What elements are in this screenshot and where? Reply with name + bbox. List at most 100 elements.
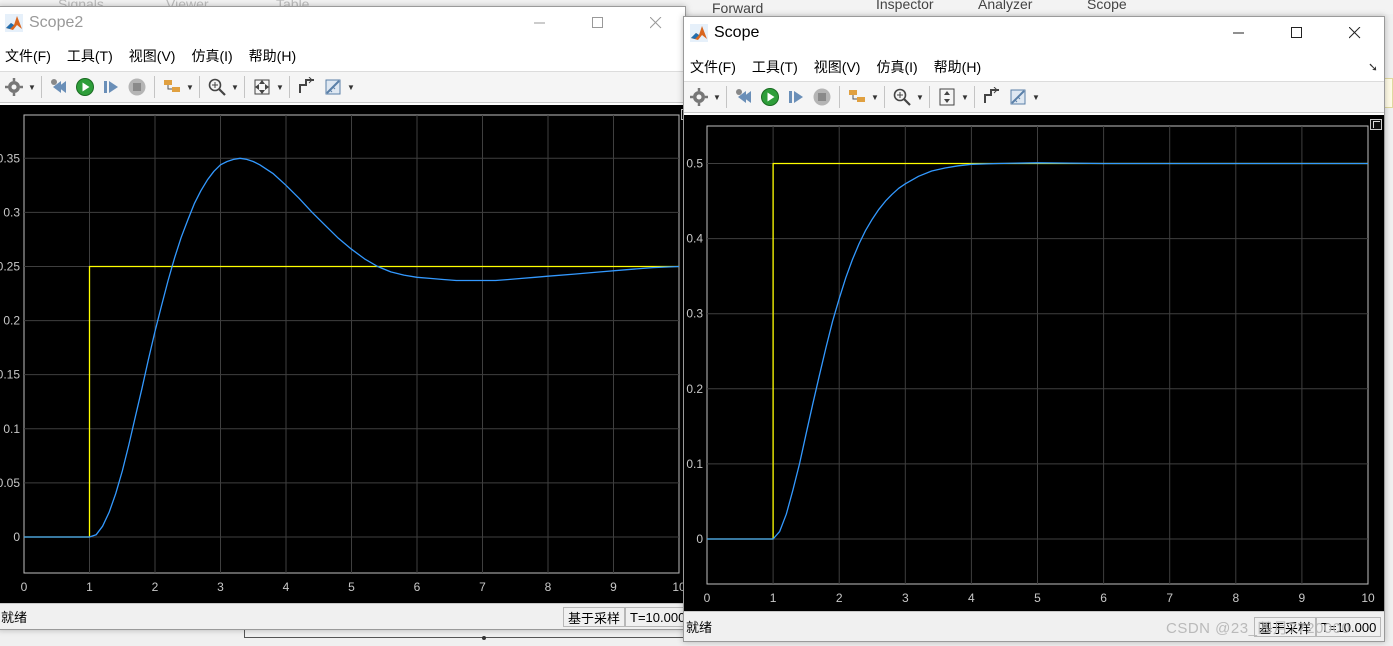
fit-to-view-button[interactable]: [249, 74, 275, 100]
highlight-dropdown[interactable]: ▼: [870, 84, 880, 110]
matlab-logo-icon: [5, 14, 23, 32]
x-tick-label: 6: [1100, 591, 1107, 605]
step-forward-button[interactable]: [783, 84, 809, 110]
stop-button[interactable]: [124, 74, 150, 100]
menu-simulation[interactable]: 仿真(I): [183, 46, 240, 66]
y-tick-label: 0.2: [3, 314, 20, 328]
gear-dropdown[interactable]: ▼: [712, 84, 722, 110]
zoom-dropdown[interactable]: ▼: [230, 74, 240, 100]
bg-tab-inspector[interactable]: Inspector: [876, 0, 934, 12]
minimize-button[interactable]: [1210, 17, 1268, 49]
run-icon: [76, 78, 94, 96]
menu-view[interactable]: 视图(V): [121, 46, 184, 66]
maximize-button[interactable]: [569, 7, 627, 39]
close-button[interactable]: [1326, 17, 1384, 49]
bg-tab-scope[interactable]: Scope: [1087, 0, 1127, 12]
x-tick-label: 7: [1166, 591, 1173, 605]
run-button[interactable]: [757, 84, 783, 110]
step-forward-button[interactable]: [98, 74, 124, 100]
toolbar-separator: [839, 86, 840, 108]
measure-dropdown[interactable]: ▼: [1031, 84, 1041, 110]
measure-ruler-button[interactable]: [320, 74, 346, 100]
close-icon: [650, 17, 662, 29]
run-button[interactable]: [72, 74, 98, 100]
menu-simulation[interactable]: 仿真(I): [868, 57, 925, 77]
zoom-dropdown[interactable]: ▼: [915, 84, 925, 110]
status-ready: 就绪: [686, 620, 713, 635]
stop-icon: [128, 78, 146, 96]
menu-file[interactable]: 文件(F): [0, 46, 59, 66]
maximize-button[interactable]: [1268, 17, 1326, 49]
bg-tab-analyzer[interactable]: Analyzer: [978, 0, 1032, 12]
undock-axes-icon[interactable]: [1370, 119, 1382, 130]
minimize-button[interactable]: [511, 7, 569, 39]
gear-dropdown[interactable]: ▼: [27, 74, 37, 100]
toolbar-separator: [41, 76, 42, 98]
trigger-icon: [984, 87, 999, 103]
scope-titlebar[interactable]: Scope: [684, 17, 1384, 49]
step-forward-icon: [104, 81, 118, 93]
trigger-button[interactable]: [294, 74, 320, 100]
scope-menubar: 文件(F) 工具(T) 视图(V) 仿真(I) 帮助(H) ➘: [684, 55, 1384, 79]
run-icon: [761, 88, 779, 106]
x-tick-label: 9: [1299, 591, 1306, 605]
menu-help[interactable]: 帮助(H): [241, 46, 304, 66]
scope-title: Scope: [714, 24, 760, 41]
highlight-block-button[interactable]: [159, 74, 185, 100]
gear-button[interactable]: [686, 84, 712, 110]
gear-icon: [5, 78, 23, 96]
toolbar-separator: [244, 76, 245, 98]
close-button[interactable]: [627, 7, 685, 39]
menu-overflow-arrow-icon[interactable]: ➘: [1368, 60, 1378, 74]
y-tick-label: 0.5: [686, 157, 703, 171]
scope2-menubar: 文件(F) 工具(T) 视图(V) 仿真(I) 帮助(H): [0, 44, 685, 68]
zoom-in-icon: [893, 88, 911, 106]
scope2-title: Scope2: [29, 14, 84, 31]
scope-plot[interactable]: 0 1 2 3 4 5 6 7 8 9 10 0 0.1 0.2 0.3 0.4 0.5: [684, 115, 1384, 611]
scope2-titlebar[interactable]: Scope2: [0, 7, 685, 39]
toolbar-separator: [199, 76, 200, 98]
trigger-button[interactable]: [979, 84, 1005, 110]
step-back-button[interactable]: [46, 74, 72, 100]
highlight-dropdown[interactable]: ▼: [185, 74, 195, 100]
scope-window: Scope 文件(F) 工具(T) 视图(V) 仿真(I) 帮助(H) ➘ ▼ ▼…: [683, 16, 1385, 642]
stop-button[interactable]: [809, 84, 835, 110]
highlight-block-icon: [849, 90, 865, 102]
toolbar-separator: [289, 76, 290, 98]
zoom-in-button[interactable]: [204, 74, 230, 100]
menu-file[interactable]: 文件(F): [684, 57, 744, 77]
measure-dropdown[interactable]: ▼: [346, 74, 356, 100]
scope-plot-area[interactable]: 0 1 2 3 4 5 6 7 8 9 10 0 0.1 0.2 0.3 0.4 0.5: [684, 115, 1384, 611]
fit-dropdown[interactable]: ▼: [960, 84, 970, 110]
fit-to-view-icon: [254, 79, 270, 95]
x-tick-label: 8: [545, 580, 552, 594]
gear-icon: [690, 88, 708, 106]
x-tick-label: 9: [610, 580, 617, 594]
measure-ruler-button[interactable]: [1005, 84, 1031, 110]
zoom-in-button[interactable]: [889, 84, 915, 110]
fit-dropdown[interactable]: ▼: [275, 74, 285, 100]
toolbar-separator: [726, 86, 727, 108]
minimize-icon: [1233, 32, 1244, 34]
csdn-watermark: CSDN @23_四月7720000: [1166, 620, 1351, 637]
x-tick-label: 10: [1361, 591, 1375, 605]
scope2-plot-area[interactable]: 01234567891000.050.10.150.20.250.30.35: [0, 105, 685, 603]
fit-to-view-button[interactable]: [934, 84, 960, 110]
matlab-logo-icon: [690, 24, 708, 42]
highlight-block-button[interactable]: [844, 84, 870, 110]
x-tick-label: 6: [414, 580, 421, 594]
bg-tab-forward[interactable]: Forward: [712, 0, 763, 16]
gear-button[interactable]: [1, 74, 27, 100]
menu-help[interactable]: 帮助(H): [926, 57, 989, 77]
y-tick-label: 0.4: [686, 232, 703, 246]
scope2-plot[interactable]: 01234567891000.050.10.150.20.250.30.35: [0, 105, 685, 605]
step-back-button[interactable]: [731, 84, 757, 110]
background-signal-line: [244, 630, 684, 638]
x-tick-label: 3: [902, 591, 909, 605]
trigger-icon: [299, 77, 314, 93]
menu-view[interactable]: 视图(V): [806, 57, 869, 77]
highlight-block-icon: [164, 80, 180, 92]
menu-tools[interactable]: 工具(T): [744, 57, 806, 77]
zoom-in-icon: [208, 78, 226, 96]
menu-tools[interactable]: 工具(T): [59, 46, 121, 66]
